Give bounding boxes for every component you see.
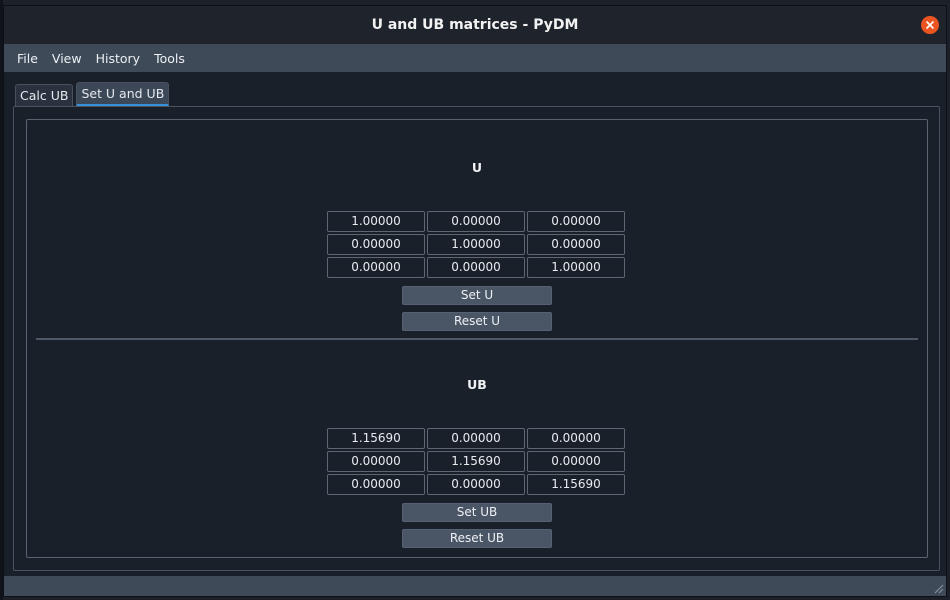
u-cell-2-0[interactable]: 0.00000: [327, 257, 425, 278]
u-cell-1-1[interactable]: 1.00000: [427, 234, 525, 255]
ub-matrix-row: 0.00000 1.15690 0.00000: [327, 451, 627, 474]
ub-cell-0-1[interactable]: 0.00000: [427, 428, 525, 449]
u-cell-2-2[interactable]: 1.00000: [527, 257, 625, 278]
menu-bar: File View History Tools: [4, 44, 946, 72]
u-cell-1-0[interactable]: 0.00000: [327, 234, 425, 255]
tab-calc-ub[interactable]: Calc UB: [15, 84, 74, 106]
ub-matrix-row: 0.00000 0.00000 1.15690: [327, 474, 627, 497]
ub-section-title: UB: [467, 377, 487, 392]
menu-tools[interactable]: Tools: [147, 51, 192, 66]
u-section-title: U: [471, 160, 483, 175]
reset-u-button[interactable]: Reset U: [402, 312, 552, 331]
ub-cell-2-0[interactable]: 0.00000: [327, 474, 425, 495]
main-window: U and UB matrices - PyDM File View Histo…: [3, 5, 947, 597]
ub-matrix-row: 1.15690 0.00000 0.00000: [327, 428, 627, 451]
ub-matrix: 1.15690 0.00000 0.00000 0.00000 1.15690 …: [327, 428, 627, 497]
section-divider: [36, 338, 918, 340]
u-cell-0-0[interactable]: 1.00000: [327, 211, 425, 232]
tab-set-u-and-ub[interactable]: Set U and UB: [76, 82, 170, 106]
menu-history[interactable]: History: [89, 51, 147, 66]
u-matrix-row: 0.00000 0.00000 1.00000: [327, 257, 627, 280]
u-cell-0-1[interactable]: 0.00000: [427, 211, 525, 232]
close-button[interactable]: [921, 16, 939, 34]
reset-ub-button[interactable]: Reset UB: [402, 529, 552, 548]
set-u-button[interactable]: Set U: [402, 286, 552, 305]
ub-cell-2-1[interactable]: 0.00000: [427, 474, 525, 495]
tab-panel: U 1.00000 0.00000 0.00000 0.00000 1.0000…: [13, 106, 940, 571]
tab-bar: Calc UB Set U and UB: [15, 82, 172, 106]
resize-grip-icon[interactable]: [932, 582, 944, 594]
menu-view[interactable]: View: [45, 51, 89, 66]
u-cell-2-1[interactable]: 0.00000: [427, 257, 525, 278]
ub-cell-1-0[interactable]: 0.00000: [327, 451, 425, 472]
window-title: U and UB matrices - PyDM: [371, 17, 579, 33]
u-matrix-row: 0.00000 1.00000 0.00000: [327, 234, 627, 257]
u-matrix-row: 1.00000 0.00000 0.00000: [327, 211, 627, 234]
ub-cell-1-1[interactable]: 1.15690: [427, 451, 525, 472]
ub-cell-0-2[interactable]: 0.00000: [527, 428, 625, 449]
menu-file[interactable]: File: [10, 51, 45, 66]
status-bar: [4, 576, 946, 596]
title-bar: U and UB matrices - PyDM: [4, 6, 946, 44]
set-ub-button[interactable]: Set UB: [402, 503, 552, 522]
ub-cell-1-2[interactable]: 0.00000: [527, 451, 625, 472]
matrices-group: U 1.00000 0.00000 0.00000 0.00000 1.0000…: [26, 119, 928, 558]
central-widget: Calc UB Set U and UB U 1.00000 0.00000 0…: [4, 72, 946, 578]
ub-cell-0-0[interactable]: 1.15690: [327, 428, 425, 449]
u-cell-1-2[interactable]: 0.00000: [527, 234, 625, 255]
u-matrix: 1.00000 0.00000 0.00000 0.00000 1.00000 …: [327, 211, 627, 280]
u-cell-0-2[interactable]: 0.00000: [527, 211, 625, 232]
close-icon: [926, 21, 934, 29]
ub-cell-2-2[interactable]: 1.15690: [527, 474, 625, 495]
